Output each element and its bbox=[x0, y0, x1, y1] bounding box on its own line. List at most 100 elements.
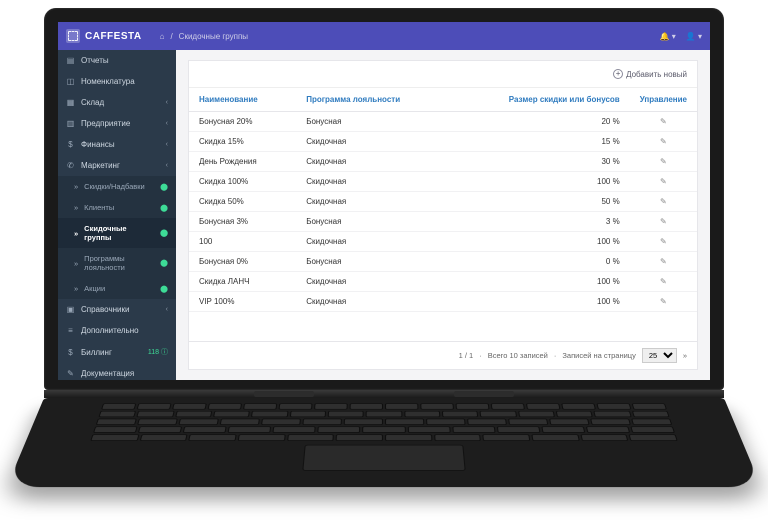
sidebar-item-1[interactable]: ◫Номенклатура bbox=[58, 71, 176, 92]
total-records: Всего 10 записей bbox=[488, 351, 548, 360]
sidebar-subitem-5-0[interactable]: »Скидки/Надбавки⬤ bbox=[58, 176, 176, 197]
chevron-left-icon: ‹ bbox=[166, 162, 168, 169]
logo-icon bbox=[66, 29, 80, 43]
dollar-icon: $ bbox=[66, 140, 75, 149]
sidebar-subitem-5-3[interactable]: »Программы лояльности⬤ bbox=[58, 248, 176, 278]
sidebar-item-3[interactable]: ▥Предприятие‹ bbox=[58, 113, 176, 134]
sidebar-item-label: Биллинг bbox=[81, 348, 112, 357]
sidebar-sub-bullet: » bbox=[74, 229, 78, 238]
table-row: Бонусная 0%Бонусная0 %✎ bbox=[189, 252, 697, 272]
edit-button[interactable]: ✎ bbox=[630, 152, 697, 172]
data-panel: + Добавить новый Наименование Программа … bbox=[188, 60, 698, 370]
chevron-left-icon: ‹ bbox=[166, 141, 168, 148]
laptop-trackpad bbox=[302, 445, 466, 471]
cell-size: 0 % bbox=[451, 252, 629, 272]
cell-size: 100 % bbox=[451, 172, 629, 192]
sidebar-item-label: Отчеты bbox=[81, 56, 109, 65]
table-row: Скидка 50%Скидочная50 %✎ bbox=[189, 192, 697, 212]
cell-size: 100 % bbox=[451, 272, 629, 292]
megaphone-icon: ✆ bbox=[66, 161, 75, 170]
col-manage: Управление bbox=[630, 88, 697, 112]
breadcrumb: ⌂ / Скидочные группы bbox=[160, 32, 248, 41]
cell-size: 15 % bbox=[451, 132, 629, 152]
sidebar-badge: 118 ⓘ bbox=[148, 347, 168, 357]
footer-sep2: · bbox=[554, 351, 557, 360]
topbar: CAFFESTA ⌂ / Скидочные группы 🔔 ▾ 👤 ▾ bbox=[58, 22, 710, 50]
sidebar-subitem-5-4[interactable]: »Акции⬤ bbox=[58, 278, 176, 299]
list-icon: ≡ bbox=[66, 326, 75, 335]
sidebar-item-9[interactable]: ✎ Документация bbox=[58, 363, 176, 380]
sidebar-item-label: Предприятие bbox=[81, 119, 130, 128]
col-program[interactable]: Программа лояльности bbox=[296, 88, 451, 112]
cell-program: Бонусная bbox=[296, 252, 451, 272]
col-size[interactable]: Размер скидки или бонусов bbox=[451, 88, 629, 112]
sidebar-sub-label: Клиенты bbox=[84, 203, 114, 212]
table-row: 100Скидочная100 %✎ bbox=[189, 232, 697, 252]
table-row: Скидка 15%Скидочная15 %✎ bbox=[189, 132, 697, 152]
table-row: День РожденияСкидочная30 %✎ bbox=[189, 152, 697, 172]
edit-button[interactable]: ✎ bbox=[630, 272, 697, 292]
sidebar-subitem-5-1[interactable]: »Клиенты⬤ bbox=[58, 197, 176, 218]
breadcrumb-current: Скидочные группы bbox=[179, 32, 248, 41]
cell-name: Скидка 100% bbox=[189, 172, 296, 192]
edit-button[interactable]: ✎ bbox=[630, 172, 697, 192]
sidebar-item-2[interactable]: ▦Склад‹ bbox=[58, 92, 176, 113]
chevron-left-icon: ‹ bbox=[166, 120, 168, 127]
sub-badge-icon: ⬤ bbox=[160, 204, 168, 212]
user-icon[interactable]: 👤 ▾ bbox=[686, 32, 702, 41]
sidebar-item-0[interactable]: ▤ Отчеты bbox=[58, 50, 176, 71]
edit-button[interactable]: ✎ bbox=[630, 112, 697, 132]
cell-size: 20 % bbox=[451, 112, 629, 132]
sidebar-item-4[interactable]: $Финансы‹ bbox=[58, 134, 176, 155]
cell-name: Скидка 50% bbox=[189, 192, 296, 212]
sidebar-item-label: Документация bbox=[81, 369, 134, 378]
edit-button[interactable]: ✎ bbox=[630, 192, 697, 212]
sidebar-item-6[interactable]: ▣Справочники‹ bbox=[58, 299, 176, 320]
footer-sep: · bbox=[479, 351, 482, 360]
home-icon[interactable]: ⌂ bbox=[160, 32, 165, 41]
cell-program: Скидочная bbox=[296, 232, 451, 252]
add-new-label: Добавить новый bbox=[626, 70, 687, 79]
table-row: VIP 100%Скидочная100 %✎ bbox=[189, 292, 697, 312]
table-footer: 1 / 1 · Всего 10 записей · Записей на ст… bbox=[189, 341, 697, 369]
chart-icon: ▤ bbox=[66, 56, 75, 65]
sidebar-sub-bullet: » bbox=[74, 284, 78, 293]
sidebar-item-8[interactable]: $Биллинг118 ⓘ bbox=[58, 341, 176, 363]
edit-button[interactable]: ✎ bbox=[630, 212, 697, 232]
edit-button[interactable]: ✎ bbox=[630, 252, 697, 272]
sidebar: ▤Отчеты◫Номенклатура▦Склад‹▥Предприятие‹… bbox=[58, 50, 176, 380]
folder-icon: ▣ bbox=[66, 305, 75, 314]
edit-button[interactable]: ✎ bbox=[630, 292, 697, 312]
cell-name: Бонусная 20% bbox=[189, 112, 296, 132]
col-name[interactable]: Наименование bbox=[189, 88, 296, 112]
discount-groups-table: Наименование Программа лояльности Размер… bbox=[189, 88, 697, 312]
sidebar-item-label: Дополнительно bbox=[81, 326, 139, 335]
chevron-left-icon: ‹ bbox=[166, 306, 168, 313]
app-logo[interactable]: CAFFESTA bbox=[66, 29, 142, 43]
cell-name: Скидка 15% bbox=[189, 132, 296, 152]
cell-program: Скидочная bbox=[296, 192, 451, 212]
sub-badge-icon: ⬤ bbox=[160, 229, 168, 237]
sidebar-item-label: Маркетинг bbox=[81, 161, 120, 170]
sub-badge-icon: ⬤ bbox=[160, 285, 168, 293]
per-page-select[interactable]: 25 bbox=[642, 348, 677, 363]
add-new-button[interactable]: + Добавить новый bbox=[613, 69, 687, 79]
sidebar-sub-label: Программы лояльности bbox=[84, 254, 154, 272]
sidebar-subitem-5-2[interactable]: »Скидочные группы⬤ bbox=[58, 218, 176, 248]
box-icon: ▦ bbox=[66, 98, 75, 107]
edit-button[interactable]: ✎ bbox=[630, 232, 697, 252]
bell-icon[interactable]: 🔔 ▾ bbox=[660, 32, 676, 41]
page-info: 1 / 1 bbox=[459, 351, 474, 360]
table-row: Бонусная 20%Бонусная20 %✎ bbox=[189, 112, 697, 132]
breadcrumb-sep: / bbox=[170, 32, 172, 41]
laptop-keyboard bbox=[7, 398, 762, 487]
sidebar-item-5[interactable]: ✆ Маркетинг ‹ bbox=[58, 155, 176, 176]
doc-icon: ✎ bbox=[66, 369, 75, 378]
cell-name: VIP 100% bbox=[189, 292, 296, 312]
cell-size: 50 % bbox=[451, 192, 629, 212]
edit-button[interactable]: ✎ bbox=[630, 132, 697, 152]
sidebar-item-label: Склад bbox=[81, 98, 104, 107]
cell-size: 100 % bbox=[451, 232, 629, 252]
sidebar-item-7[interactable]: ≡ Дополнительно bbox=[58, 320, 176, 341]
per-page-chevron-icon[interactable]: » bbox=[683, 351, 687, 360]
